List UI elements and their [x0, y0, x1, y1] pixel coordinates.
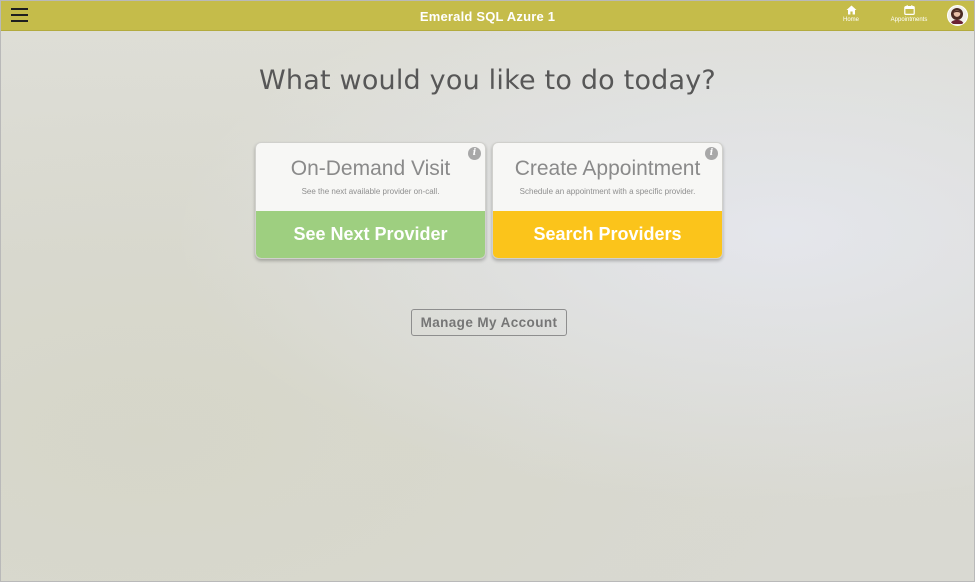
page-headline: What would you like to do today?	[259, 65, 716, 96]
card-subtitle: Schedule an appointment with a specific …	[519, 187, 696, 196]
see-next-provider-button[interactable]: See Next Provider	[256, 211, 485, 258]
avatar-portrait	[950, 8, 964, 24]
user-avatar-icon[interactable]	[947, 5, 968, 26]
app-title: Emerald SQL Azure 1	[419, 9, 556, 24]
app-window: Emerald SQL Azure 1 Home Appointments Wh…	[0, 0, 975, 582]
create-appointment-card: i Create Appointment Schedule an appoint…	[492, 142, 723, 259]
card-title: Create Appointment	[514, 157, 701, 180]
top-bar: Emerald SQL Azure 1 Home Appointments	[1, 1, 974, 31]
on-demand-visit-card: i On-Demand Visit See the next available…	[255, 142, 486, 259]
card-subtitle: See the next available provider on-call.	[301, 187, 440, 196]
manage-my-account-button[interactable]: Manage My Account	[411, 309, 567, 336]
nav-appointments[interactable]: Appointments	[887, 5, 931, 23]
search-providers-button[interactable]: Search Providers	[493, 211, 722, 258]
nav-home[interactable]: Home	[839, 5, 863, 23]
calendar-icon	[903, 5, 915, 15]
nav-home-label: Home	[842, 17, 859, 23]
home-icon	[846, 5, 856, 15]
card-title: On-Demand Visit	[290, 157, 451, 180]
nav-appointments-label: Appointments	[890, 17, 928, 23]
